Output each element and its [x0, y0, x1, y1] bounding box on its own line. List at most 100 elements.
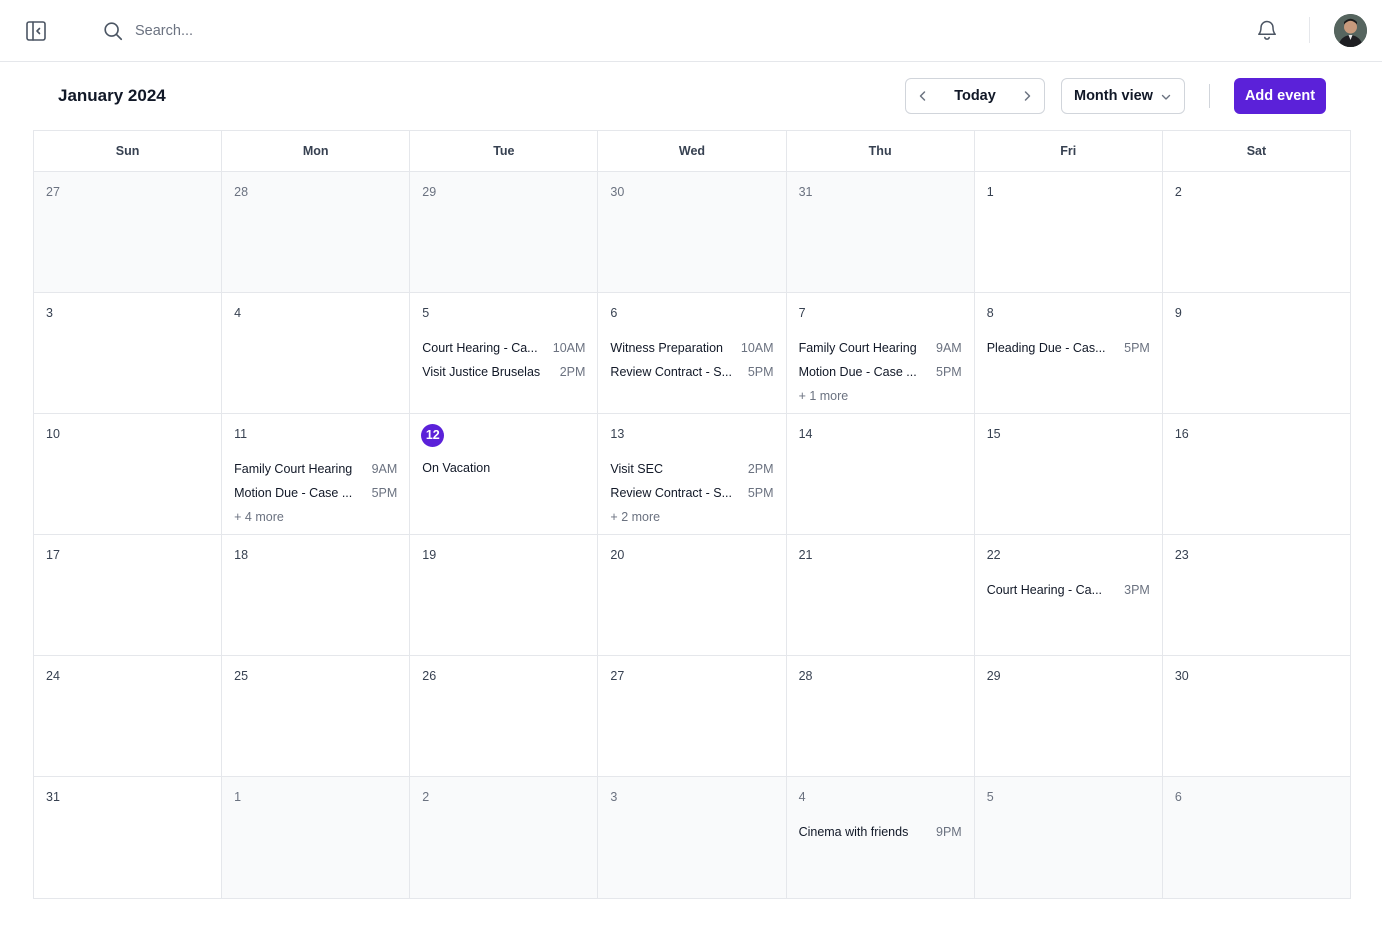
day-number: 13 [610, 427, 625, 441]
day-cell[interactable]: 20 [598, 535, 787, 655]
event-list: Pleading Due - Cas... 5PM [987, 336, 1150, 360]
day-number: 27 [46, 185, 60, 199]
calendar-event[interactable]: Family Court Hearing 9AM [799, 336, 962, 360]
search-input[interactable] [135, 23, 575, 39]
day-cell[interactable]: 18 [222, 535, 411, 655]
event-list: Witness Preparation 10AM Review Contract -… [610, 336, 773, 384]
calendar-event[interactable]: Visit Justice Bruselas 2PM [422, 360, 585, 384]
calendar-event[interactable]: Cinema with friends 9PM [799, 820, 962, 844]
calendar-event[interactable]: Witness Preparation 10AM [610, 336, 773, 360]
day-cell[interactable]: 25 [222, 656, 411, 776]
day-cell[interactable]: 17 [34, 535, 223, 655]
day-cell[interactable]: 10 [34, 414, 223, 534]
calendar-event[interactable]: Review Contract - S... 5PM [610, 360, 773, 384]
day-cell[interactable]: 2 [1162, 172, 1350, 292]
today-button[interactable]: Today [940, 88, 1010, 104]
day-cell[interactable]: 4 Cinema with friends 9PM [786, 777, 975, 898]
calendar-event[interactable]: Pleading Due - Cas... 5PM [987, 336, 1150, 360]
event-time: 2PM [559, 365, 586, 379]
day-number: 14 [798, 427, 813, 441]
day-number: 10 [46, 427, 60, 441]
day-cell[interactable]: 8 Pleading Due - Cas... 5PM [974, 293, 1163, 413]
calendar-event[interactable]: Visit SEC 2PM [610, 457, 773, 481]
day-number: 3 [610, 790, 618, 804]
day-cell[interactable]: 6 Witness Preparation 10AM Review Contract … [598, 293, 787, 413]
day-number: 28 [234, 185, 249, 199]
day-number: 9 [1174, 306, 1182, 320]
event-time: 5PM [1124, 341, 1150, 355]
day-cell[interactable]: 9 [1162, 293, 1350, 413]
day-cell[interactable]: 3 [34, 293, 223, 413]
event-list: Family Court Hearing 9AM Motion Due - Case… [234, 457, 397, 529]
day-cell[interactable]: 31 [34, 777, 223, 898]
day-cell[interactable]: 7 Family Court Hearing 9AM Motion Due - Cas… [786, 293, 975, 413]
day-cell[interactable]: 12 On Vacation [410, 414, 599, 534]
day-cell[interactable]: 19 [410, 535, 599, 655]
week-row: 24 25 26 27 28 29 30 [34, 656, 1350, 777]
day-cell[interactable]: 4 [222, 293, 411, 413]
date-navigation: Today [905, 78, 1045, 114]
bell-icon[interactable] [1255, 18, 1279, 42]
day-number: 20 [610, 548, 625, 562]
day-number: 2 [422, 790, 430, 804]
page-title: January 2024 [58, 86, 166, 105]
weekday-label: Mon [222, 131, 411, 171]
sidebar-collapse-icon[interactable] [24, 19, 48, 43]
event-title: Court Hearing - Ca... [986, 583, 1103, 597]
day-number: 6 [610, 306, 618, 320]
previous-month-button[interactable] [906, 79, 940, 113]
day-cell[interactable]: 1 [974, 172, 1163, 292]
day-cell[interactable]: 3 [598, 777, 787, 898]
day-cell[interactable]: 29 [974, 656, 1163, 776]
calendar-event[interactable]: Review Contract - S... 5PM [610, 481, 773, 505]
day-cell[interactable]: 26 [410, 656, 599, 776]
day-cell[interactable]: 2 [410, 777, 599, 898]
header-divider [1209, 84, 1210, 108]
day-cell[interactable]: 27 [34, 172, 223, 292]
day-cell[interactable]: 30 [598, 172, 787, 292]
calendar-event[interactable]: Motion Due - Case ... 5PM [799, 360, 962, 384]
day-cell[interactable]: 22 Court Hearing - Ca... 3PM [974, 535, 1163, 655]
add-event-button[interactable]: Add event [1234, 78, 1326, 114]
more-events-link[interactable]: + 2 more [610, 505, 773, 529]
day-cell[interactable]: 31 [786, 172, 975, 292]
day-cell[interactable]: 23 [1162, 535, 1350, 655]
event-list: Family Court Hearing 9AM Motion Due - Case… [799, 336, 962, 408]
day-cell[interactable]: 6 [1162, 777, 1350, 898]
day-cell[interactable]: 21 [786, 535, 975, 655]
calendar-event[interactable]: Court Hearing - Ca... 10AM [422, 336, 585, 360]
event-title: Court Hearing - Ca... [422, 341, 538, 355]
day-number: 4 [234, 306, 242, 320]
day-cell[interactable]: 11 Family Court Hearing 9AM Motion Due - Ca… [222, 414, 411, 534]
more-events-link[interactable]: + 1 more [799, 384, 962, 408]
day-cell[interactable]: 5 Court Hearing - Ca... 10AM Visit Justice … [410, 293, 599, 413]
day-cell[interactable]: 13 Visit SEC 2PM Review Contract - S... 5PM +… [598, 414, 787, 534]
day-cell[interactable]: 15 [974, 414, 1163, 534]
day-number: 30 [1174, 669, 1189, 683]
day-number: 24 [46, 669, 60, 683]
day-cell[interactable]: 5 [974, 777, 1163, 898]
event-time: 10AM [552, 341, 586, 355]
event-title: On Vacation [422, 461, 491, 475]
avatar[interactable] [1334, 14, 1367, 47]
more-events-link[interactable]: + 4 more [234, 505, 397, 529]
day-cell[interactable]: 14 [786, 414, 975, 534]
day-number: 27 [610, 669, 625, 683]
day-cell[interactable]: 16 [1162, 414, 1350, 534]
day-cell[interactable]: 28 [222, 172, 411, 292]
calendar-event[interactable]: Court Hearing - Ca... 3PM [987, 578, 1150, 602]
day-cell[interactable]: 24 [34, 656, 223, 776]
day-cell[interactable]: 27 [598, 656, 787, 776]
day-cell[interactable]: 29 [410, 172, 599, 292]
weekday-label: Wed [598, 131, 787, 171]
calendar-event[interactable]: On Vacation [422, 456, 585, 480]
next-month-button[interactable] [1010, 79, 1044, 113]
view-dropdown[interactable]: Month view [1061, 78, 1185, 114]
day-cell[interactable]: 28 [786, 656, 975, 776]
calendar-event[interactable]: Motion Due - Case ... 5PM [234, 481, 397, 505]
day-cell[interactable]: 1 [222, 777, 411, 898]
event-title: Motion Due - Case ... [798, 365, 917, 379]
day-cell[interactable]: 30 [1162, 656, 1350, 776]
day-number: 2 [1174, 185, 1182, 199]
calendar-event[interactable]: Family Court Hearing 9AM [234, 457, 397, 481]
